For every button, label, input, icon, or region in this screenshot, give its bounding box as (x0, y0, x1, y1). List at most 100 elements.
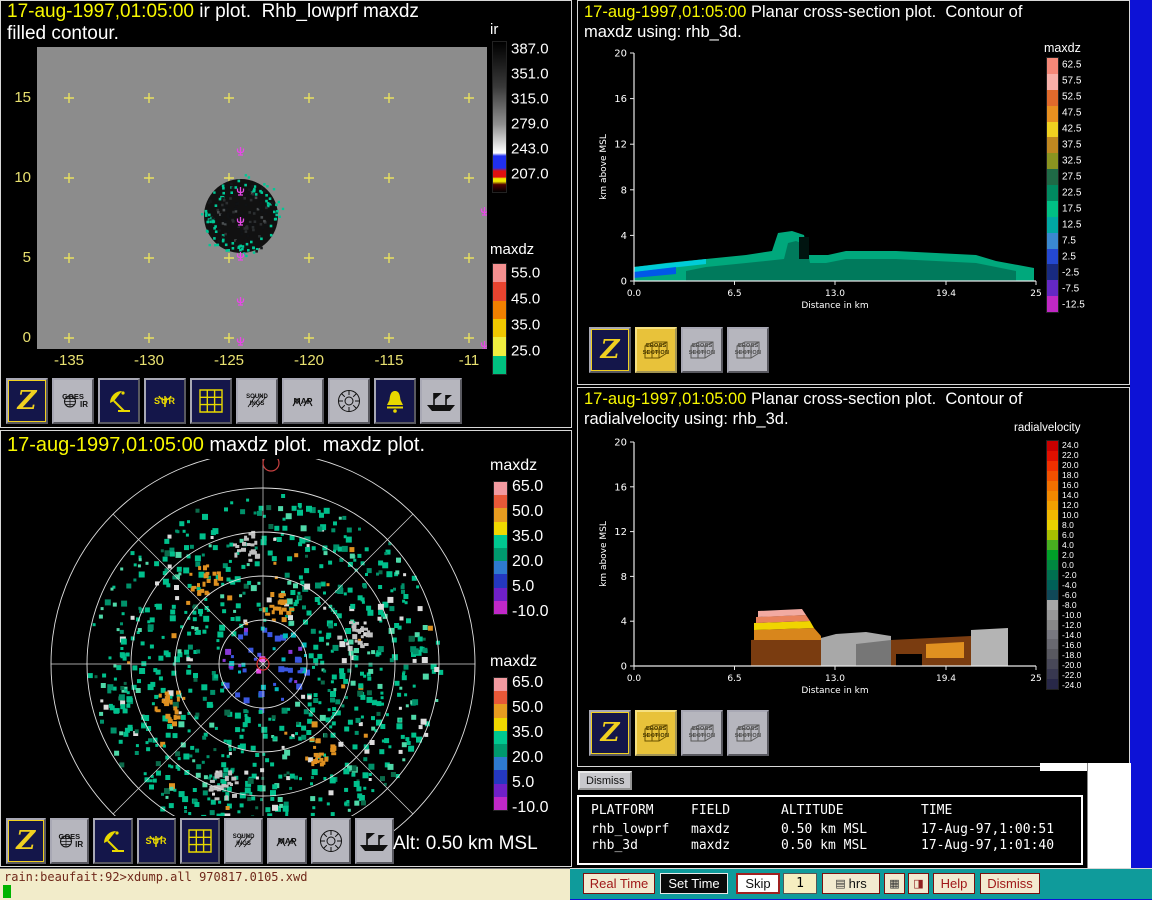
colorbar-tick: 20.0 (1062, 460, 1079, 470)
toolbar-button-ship[interactable] (355, 818, 395, 864)
toolbar-button-zebra-logo[interactable]: Z (6, 818, 46, 864)
step-calendar-button[interactable]: ▦ (884, 873, 905, 894)
toolbar-button-goes-ir[interactable]: GOESIR (50, 818, 90, 864)
calendar-icon: ▦ (889, 877, 899, 890)
toolbar-button-surveillance[interactable]: SUR (137, 818, 177, 864)
toolbar-button-grid[interactable] (180, 818, 220, 864)
toolbar-button-cross-section[interactable]: CROSSSECTION (681, 327, 723, 373)
zebra-logo-icon: Z (18, 388, 37, 414)
colorbar-segment (1047, 451, 1058, 461)
altitude-label: Alt: 0.50 km MSL (393, 833, 538, 855)
toolbar-button-azimuth-rings[interactable] (328, 378, 370, 424)
title-timestamp: 17-aug-1997,01:05:00 (7, 1, 194, 22)
ir-x-axis: -135-130-125-120-115-11 (37, 352, 487, 370)
azimuth-rings-icon (336, 388, 362, 414)
colorbar-segment (494, 601, 507, 614)
svg-text:6.5: 6.5 (727, 289, 741, 299)
table-header-cell: TIME (921, 803, 952, 818)
terminal-command: rain:beaufait:92>xdump.all 970817.0105.x… (4, 870, 307, 884)
colorbar-tick: 5.0 (512, 578, 534, 596)
cross-section-plot[interactable]: 2016128400.06.513.019.425Distance in kmk… (596, 45, 1042, 311)
colorbar-tick: 65.0 (512, 674, 543, 692)
colorbar-maxdz-2 (493, 677, 508, 811)
real-time-button[interactable]: Real Time (583, 873, 655, 894)
toolbar-button-goes-ir[interactable]: GOESIR (52, 378, 94, 424)
hrs-button[interactable]: ▤hrs (822, 873, 880, 894)
colorbar-tick: 279.0 (511, 116, 549, 133)
toolbar-button-soundings[interactable]: SOUNDINGS (236, 378, 278, 424)
colorbar-segment (1047, 530, 1058, 540)
axis-tick-label: -11 (459, 352, 480, 369)
ppi-radar-plot[interactable] (3, 459, 489, 841)
window-title: 17-aug-1997,01:05:00 maxdz plot. maxdz p… (7, 434, 425, 456)
toolbar-button-zebra-logo[interactable]: Z (589, 327, 631, 373)
cube-icon (735, 723, 761, 743)
toolbar-button-soundings[interactable]: SOUNDINGS (224, 818, 264, 864)
title-timestamp: 17-aug-1997,01:05:00 (584, 3, 746, 21)
svg-text:19.4: 19.4 (936, 674, 956, 684)
colorbar-segment (1047, 520, 1058, 530)
skewt-icon (233, 834, 255, 848)
colorbar-title: radialvelocity (1014, 422, 1080, 434)
colorbar-segment (1047, 610, 1058, 620)
colorbar-segment (493, 282, 506, 300)
toolbar-button-bell[interactable] (374, 378, 416, 424)
scrollbar-vertical[interactable] (1087, 763, 1131, 881)
colorbar-segment (1047, 630, 1058, 640)
cross-section-toolbar: ZCROSSSECTIONCROSSSECTIONCROSSSECTION (586, 708, 829, 758)
toolbar-button-cross-section[interactable]: CROSSSECTION (727, 327, 769, 373)
colorbar-tick: -4.0 (1062, 580, 1077, 590)
help-label: Help (941, 876, 968, 891)
colorbar-tick: 10.0 (1062, 510, 1079, 520)
toolbar-button-grid[interactable] (190, 378, 232, 424)
azimuth-rings-icon (318, 828, 344, 854)
svg-text:6.5: 6.5 (727, 674, 741, 684)
colorbar-segment (1047, 461, 1058, 471)
colorbar-radialvelocity (1046, 440, 1059, 690)
terminal-cursor (3, 885, 11, 898)
toolbar-button-azimuth-rings[interactable] (311, 818, 351, 864)
colorbar-tick: -2.5 (1062, 268, 1079, 279)
table-cell: maxdz (691, 822, 730, 837)
svg-text:0: 0 (621, 662, 627, 673)
toolbar-button-cross-section[interactable]: CROSSSECTION (727, 710, 769, 756)
toolbar-button-map[interactable]: MAP (267, 818, 307, 864)
colorbar-title-ir: ir (490, 21, 498, 38)
colorbar-segment (1047, 600, 1058, 610)
toolbar-button-map[interactable]: MAP (282, 378, 324, 424)
colorbar-tick: 8.0 (1062, 520, 1074, 530)
toolbar-button-cross-section[interactable]: CROSSSECTION (635, 710, 677, 756)
toolbar-button-zebra-logo[interactable]: Z (589, 710, 631, 756)
dismiss-window-button[interactable]: Dismiss (578, 771, 632, 790)
step-toggle-button[interactable]: ◨ (908, 873, 929, 894)
colorbar-ticks: 62.557.552.547.542.537.532.527.522.517.5… (1062, 57, 1124, 313)
axis-tick-label: 5 (23, 249, 31, 266)
colorbar-segment (493, 264, 506, 282)
skip-button[interactable]: Skip (736, 873, 780, 894)
svg-text:12: 12 (614, 527, 627, 538)
cross-section-plot[interactable]: 2016128400.06.513.019.425Distance in kmk… (596, 434, 1042, 696)
colorbar-maxdz (1046, 57, 1059, 313)
toolbar-button-ship[interactable] (420, 378, 462, 424)
svg-text:0.0: 0.0 (627, 674, 642, 684)
cube-icon (689, 340, 715, 360)
toolbar-button-radar-dish[interactable] (93, 818, 133, 864)
toolbar-button-cross-section[interactable]: CROSSSECTION (635, 327, 677, 373)
toolbar-button-radar-dish[interactable] (98, 378, 140, 424)
toolbar-button-zebra-logo[interactable]: Z (6, 378, 48, 424)
svg-text:0.0: 0.0 (627, 289, 642, 299)
skip-value-input[interactable] (783, 873, 817, 894)
help-button[interactable]: Help (933, 873, 975, 894)
set-time-button[interactable]: Set Time (660, 873, 728, 894)
colorbar-tick: 47.5 (1062, 108, 1081, 119)
colorbar-segment (1047, 540, 1058, 550)
ppi-plot-window: 17-aug-1997,01:05:00 maxdz plot. maxdz p… (0, 430, 572, 867)
dismiss-button[interactable]: Dismiss (980, 873, 1040, 894)
toolbar-button-cross-section[interactable]: CROSSSECTION (681, 710, 723, 756)
globe-icon (64, 395, 82, 408)
toolbar-button-surveillance[interactable]: SUR (144, 378, 186, 424)
ir-map-plot[interactable] (37, 47, 487, 349)
terminal-window[interactable]: rain:beaufait:92>xdump.all 970817.0105.x… (0, 868, 570, 900)
colorbar-title-maxdz: maxdz (490, 241, 534, 258)
colorbar-segment (494, 522, 507, 535)
